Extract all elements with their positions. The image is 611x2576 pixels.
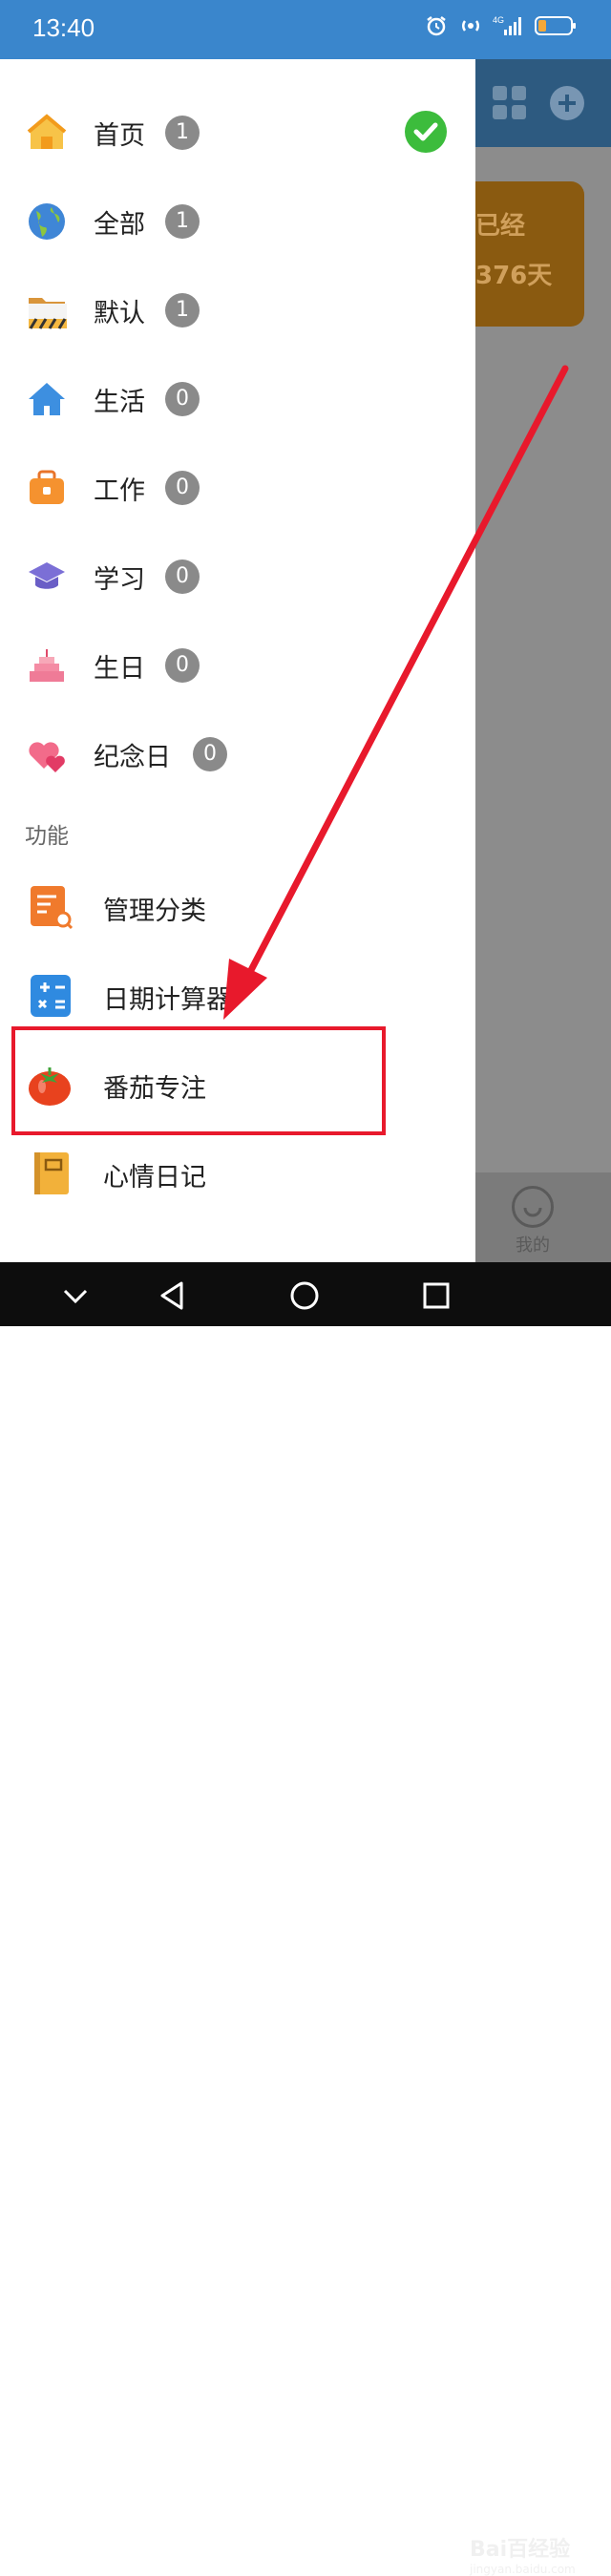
check-icon <box>405 111 447 153</box>
signal-icon: 4G <box>493 13 525 38</box>
house-icon <box>27 114 67 149</box>
count-badge: 0 <box>165 560 200 594</box>
category-item-birthday[interactable]: 生日 0 <box>0 626 475 703</box>
calculator-icon <box>31 975 71 1017</box>
category-item-study[interactable]: 学习 0 <box>0 538 475 614</box>
section-title-functions: 功能 <box>25 824 69 849</box>
count-badge: 1 <box>165 116 200 150</box>
function-item-manage-categories[interactable]: 管理分类 <box>0 863 475 949</box>
alarm-icon <box>424 13 449 38</box>
watermark-logo: Bai百经验 <box>470 2538 571 2562</box>
count-badge: 1 <box>165 293 200 327</box>
status-icons: 4G <box>424 13 577 38</box>
card-line2: 376天 <box>475 262 553 290</box>
back-icon[interactable] <box>157 1279 189 1312</box>
category-item-all[interactable]: 全部 1 <box>0 182 475 259</box>
count-badge: 1 <box>165 204 200 239</box>
graduation-cap-icon <box>29 562 65 589</box>
annotation-highlight-box <box>11 1026 386 1135</box>
function-label: 日期计算器 <box>103 985 232 1015</box>
hotspot-icon <box>458 13 483 38</box>
chevron-down-icon[interactable] <box>59 1279 92 1312</box>
count-badge: 0 <box>165 648 200 683</box>
card-line1: 已经 <box>475 212 526 241</box>
function-label: 管理分类 <box>103 897 206 926</box>
category-item-life[interactable]: 生活 0 <box>0 360 475 436</box>
category-label: 默认 <box>94 299 145 328</box>
function-item-date-calculator[interactable]: 日期计算器 <box>0 952 475 1038</box>
list-search-icon <box>31 886 73 930</box>
bottom-tab-label: 我的 <box>516 1235 550 1256</box>
category-label: 全部 <box>94 210 145 240</box>
network-label: 4G <box>493 15 504 25</box>
smile-icon <box>512 1186 554 1228</box>
count-badge: 0 <box>193 737 227 771</box>
function-item-mood-diary[interactable]: 心情日记 <box>0 1130 475 1215</box>
category-label: 工作 <box>94 476 145 506</box>
recents-icon[interactable] <box>420 1279 453 1312</box>
status-time: 13:40 <box>32 13 95 42</box>
category-label: 生活 <box>94 388 145 417</box>
category-label: 生日 <box>94 654 145 684</box>
category-label: 学习 <box>94 565 145 595</box>
home-icon <box>29 383 65 415</box>
globe-icon <box>29 203 65 240</box>
function-label: 心情日记 <box>103 1163 206 1193</box>
home-button-icon[interactable] <box>288 1279 321 1312</box>
category-item-default[interactable]: 默认 1 <box>0 271 475 348</box>
status-bar: 13:40 4G <box>0 0 611 59</box>
count-badge: 0 <box>165 471 200 505</box>
folder-icon <box>29 298 67 329</box>
cake-icon <box>30 649 64 682</box>
count-badge: 0 <box>165 382 200 416</box>
grid-icon[interactable] <box>493 86 527 120</box>
battery-icon <box>535 13 577 38</box>
drawer-handle <box>31 59 71 65</box>
briefcase-icon <box>30 470 64 504</box>
watermark-url: jingyan.baidu.com <box>470 2563 576 2576</box>
category-label: 首页 <box>94 121 145 151</box>
system-nav-bar: Bai百经验 jingyan.baidu.com <box>0 1262 611 2576</box>
hearts-icon <box>29 742 65 772</box>
notebook-icon <box>34 1152 69 1194</box>
watermark: Bai百经验 jingyan.baidu.com <box>470 2532 576 2576</box>
category-item-home[interactable]: 首页 1 <box>0 94 475 170</box>
category-item-work[interactable]: 工作 0 <box>0 449 475 525</box>
add-icon[interactable] <box>550 86 584 120</box>
category-item-anniversary[interactable]: 纪念日 0 <box>0 715 475 792</box>
category-label: 纪念日 <box>94 743 171 772</box>
bottom-tab-mine[interactable]: 我的 <box>475 1172 611 1262</box>
